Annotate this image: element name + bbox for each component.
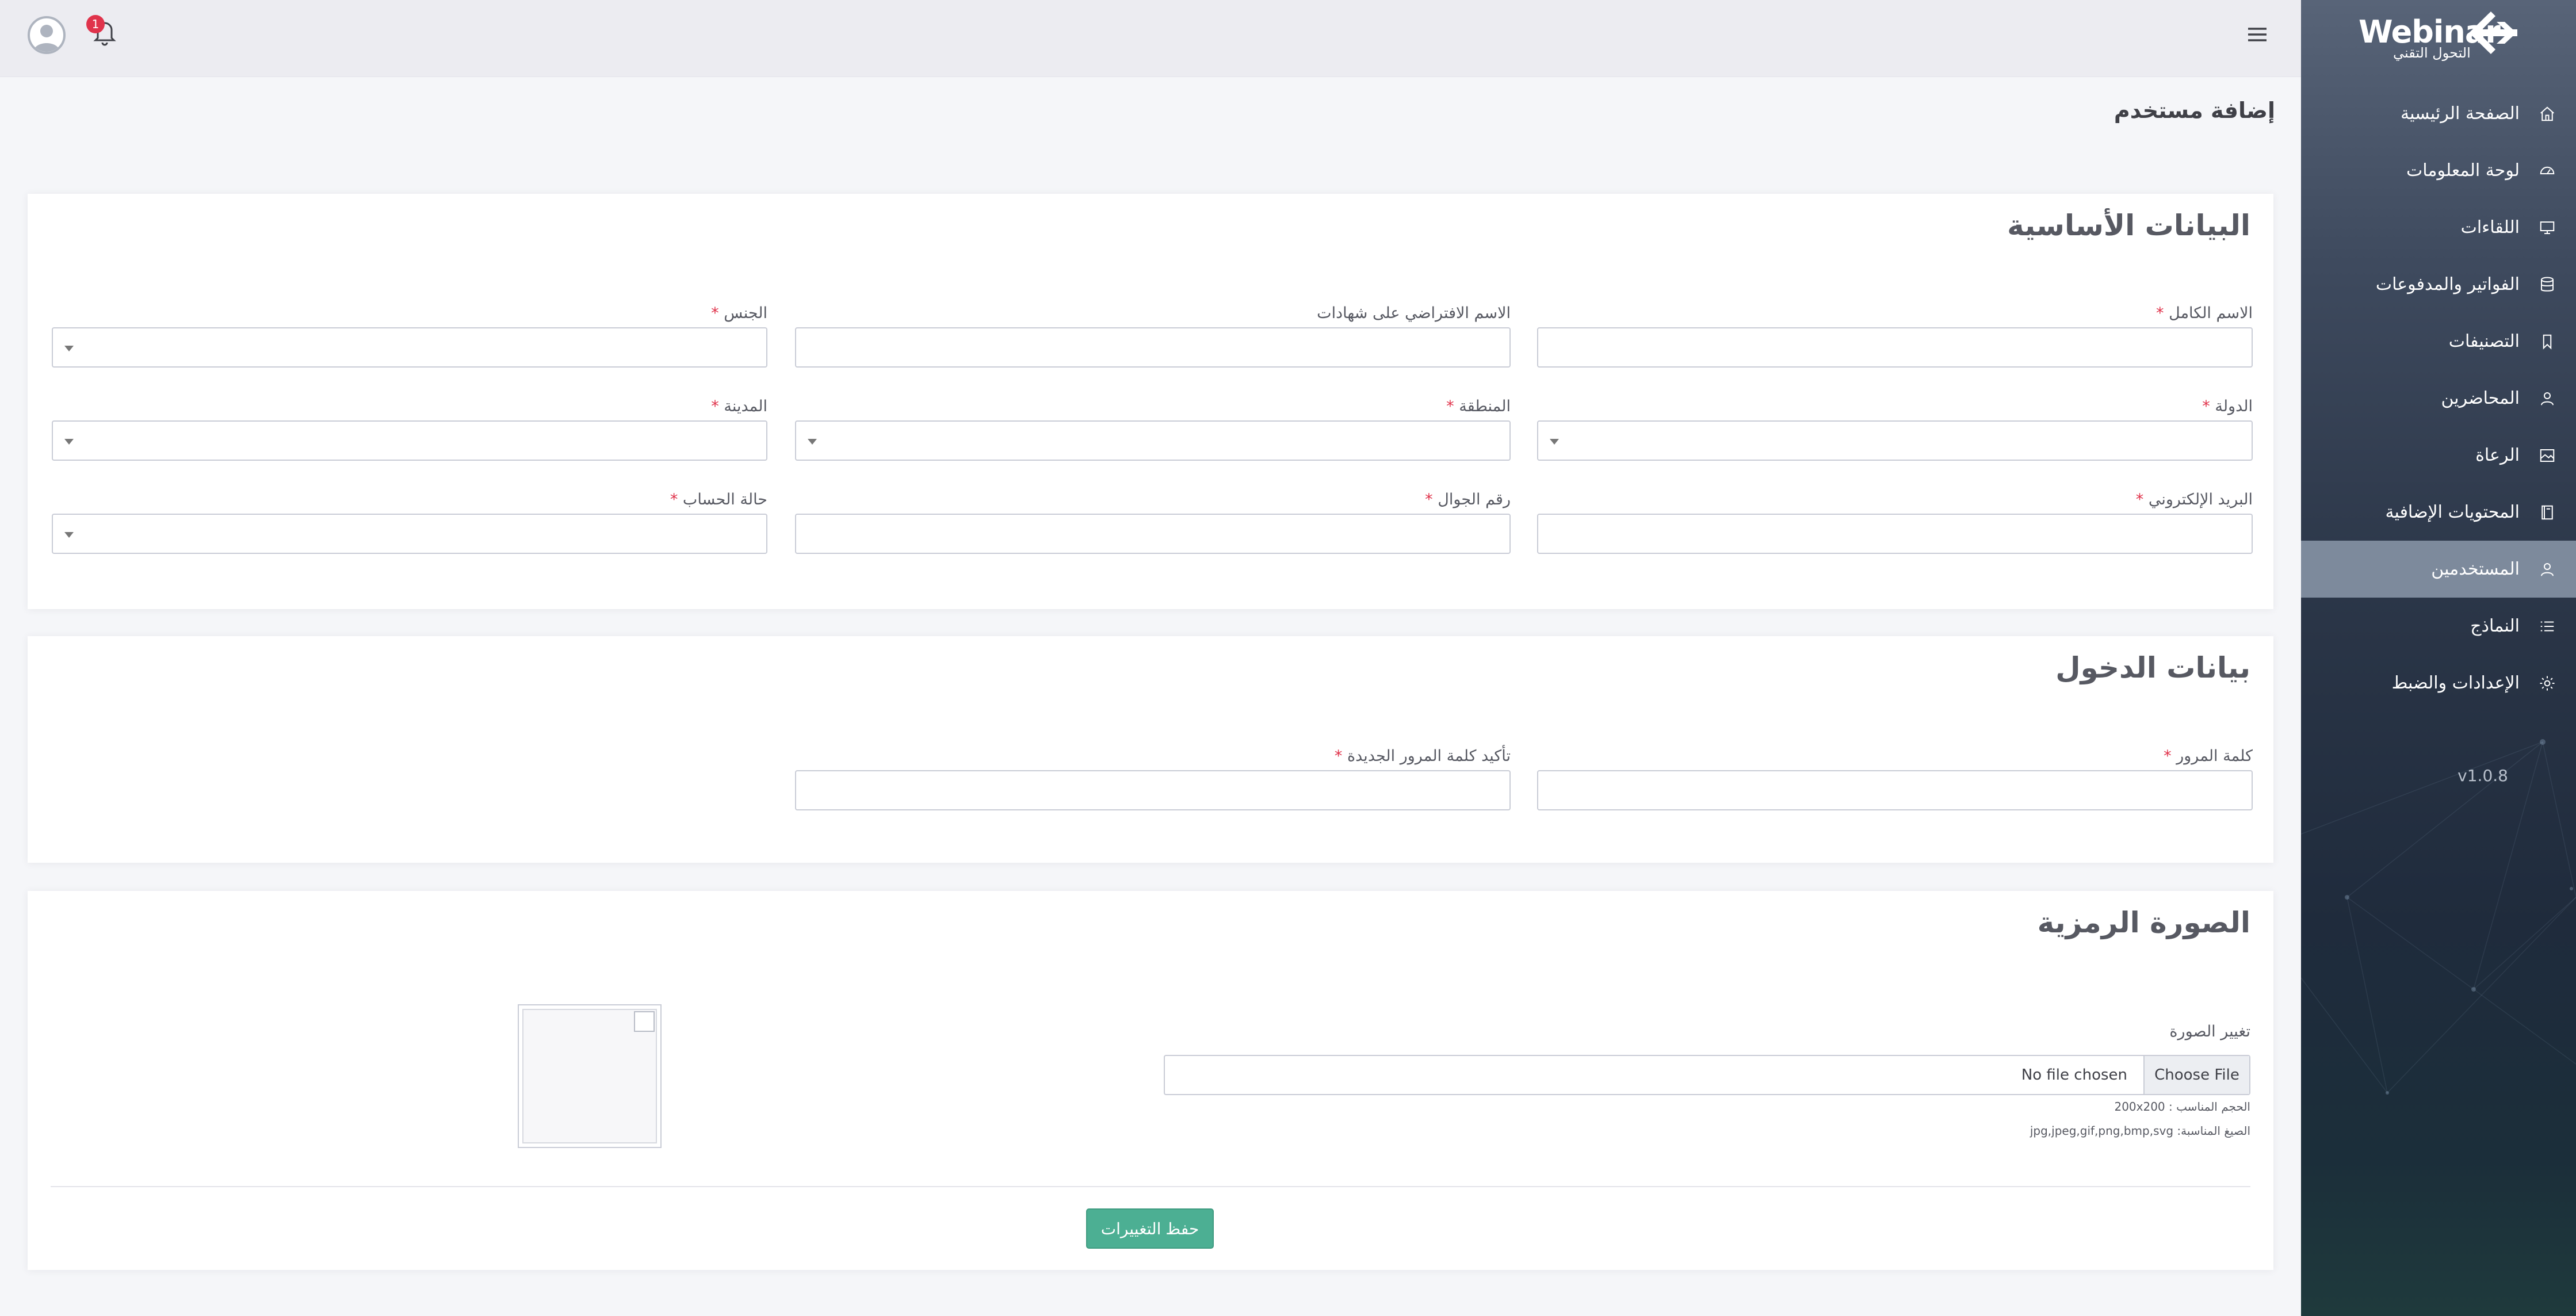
hamburger-menu-icon[interactable] [2246,23,2269,46]
sidebar-item-extra-content[interactable]: المحتويات الإضافية [2301,484,2576,541]
chevron-down-icon [64,346,74,351]
login-data-card: بيانات الدخول كلمة المرور * تأكيد كلمة ا… [28,636,2273,863]
city-label: المدينة * [711,397,767,415]
region-select[interactable] [795,420,1511,461]
sidebar-item-lecturers[interactable]: المحاضرين [2301,370,2576,427]
chevron-down-icon [808,439,817,445]
home-icon [2535,101,2560,127]
basic-data-heading: البيانات الأساسية [2007,209,2250,242]
sidebar-item-sponsors[interactable]: الرعاة [2301,427,2576,484]
avatar-heading: الصورة الرمزية [2037,906,2250,939]
sidebar-item-invoices[interactable]: الفواتير والمدفوعات [2301,256,2576,313]
sidebar-item-forms[interactable]: النماذج [2301,598,2576,655]
confirm-password-input[interactable] [795,770,1511,810]
sidebar-item-categories[interactable]: التصنيفات [2301,313,2576,370]
size-hint: الحجم المناسب : 200x200 [2114,1100,2250,1114]
form-divider [51,1186,2250,1187]
city-select[interactable] [52,420,767,461]
full-name-label: الاسم الكامل * [2156,304,2253,322]
monitor-icon [2535,215,2560,240]
user-icon [2535,557,2560,582]
sidebar-item-users[interactable]: المستخدمين [2301,541,2576,598]
account-status-select[interactable] [52,514,767,554]
mobile-input[interactable] [795,514,1511,554]
basic-data-card: البيانات الأساسية الاسم الكامل * الاسم ا… [28,194,2273,609]
top-bar: 1 [0,0,2301,77]
sidebar-item-label: الرعاة [2475,445,2520,465]
list-icon [2535,614,2560,639]
gender-label: الجنس * [711,304,767,322]
notification-badge: 1 [86,15,105,33]
save-changes-button[interactable]: حفظ التغييرات [1086,1208,1214,1249]
login-data-heading: بيانات الدخول [2055,651,2250,684]
sidebar-item-label: لوحة المعلومات [2406,160,2520,181]
password-input[interactable] [1537,770,2253,810]
avatar-icon [33,25,60,52]
sidebar-item-label: النماذج [2470,616,2520,636]
sidebar-item-label: المحتويات الإضافية [2385,502,2520,522]
email-input[interactable] [1537,514,2253,554]
file-status-text: No file chosen [2021,1066,2127,1084]
chevron-down-icon [1550,439,1559,445]
brand-subtitle: التحول التقني [2393,45,2471,61]
sidebar-item-label: التصنيفات [2448,331,2520,351]
sidebar-item-dashboard[interactable]: لوحة المعلومات [2301,142,2576,199]
sidebar-item-label: الفواتير والمدفوعات [2375,274,2520,294]
database-icon [2535,272,2560,297]
sidebar: Webinar التحول التقني الصفحة الرئيسية لو… [2301,0,2576,1316]
dashboard-icon [2535,158,2560,183]
sidebar-item-home[interactable]: الصفحة الرئيسية [2301,85,2576,142]
user-icon [2535,386,2560,411]
book-icon [2535,500,2560,525]
full-name-input[interactable] [1537,327,2253,368]
confirm-password-label: تأكيد كلمة المرور الجديدة * [1334,747,1511,765]
account-status-label: حالة الحساب * [670,491,767,508]
app-version: v1.0.8 [2457,766,2508,785]
email-label: البريد الإلكتروني * [2135,491,2253,508]
arrow-logo-icon [2469,12,2517,54]
sidebar-item-meetings[interactable]: اللقاءات [2301,199,2576,256]
page-title: إضافة مستخدم [2113,98,2275,123]
default-name-input[interactable] [795,327,1511,368]
country-select[interactable] [1537,420,2253,461]
gear-icon [2535,671,2560,696]
sidebar-item-label: الصفحة الرئيسية [2401,104,2520,124]
sidebar-item-label: الإعدادات والضبط [2391,673,2520,693]
password-label: كلمة المرور * [2164,747,2253,765]
chevron-down-icon [64,532,74,538]
default-name-label: الاسم الافتراضي على شهادات [1317,304,1511,322]
sidebar-item-label: المستخدمين [2431,559,2520,579]
sidebar-nav: الصفحة الرئيسية لوحة المعلومات اللقاءات … [2301,85,2576,711]
change-image-label: تغيير الصورة [2169,1023,2250,1040]
country-label: الدولة * [2202,397,2253,415]
choose-file-button[interactable]: Choose File [2143,1056,2249,1094]
avatar-preview-image [522,1009,657,1143]
sidebar-item-label: اللقاءات [2460,217,2520,238]
mobile-label: رقم الجوال * [1425,491,1511,508]
region-label: المنطقة * [1446,397,1511,415]
sidebar-item-label: المحاضرين [2441,388,2520,408]
user-avatar[interactable] [28,16,66,54]
brand-logo[interactable]: Webinar التحول التقني [2359,8,2520,61]
broken-image-icon [634,1011,655,1032]
chevron-down-icon [64,439,74,445]
format-hint: الصيغ المناسبة: jpg,jpeg,gif,png,bmp,svg [2030,1124,2250,1138]
file-input[interactable]: Choose File No file chosen [1164,1055,2250,1095]
sidebar-item-settings[interactable]: الإعدادات والضبط [2301,655,2576,711]
gender-select[interactable] [52,327,767,368]
image-icon [2535,443,2560,468]
bookmark-icon [2535,329,2560,354]
avatar-preview [518,1004,662,1148]
